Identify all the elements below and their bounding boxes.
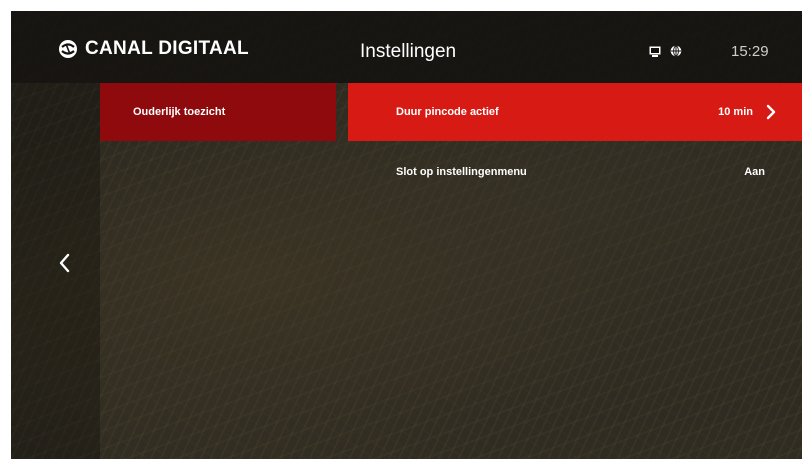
chevron-right-icon [766, 104, 776, 120]
status-icons [649, 45, 691, 57]
setting-value: 10 min [718, 106, 753, 118]
clock: 15:29 [731, 43, 769, 60]
left-rail [11, 83, 100, 459]
setting-row-settings-lock[interactable]: Slot op instellingenmenu Aan [348, 143, 802, 201]
screen-icon [649, 46, 661, 57]
page-title: Instellingen [360, 41, 457, 62]
brand-name: CANAL DIGITAAL [85, 38, 249, 59]
setting-value: Aan [744, 166, 765, 178]
canal-digitaal-logo-icon [59, 40, 77, 58]
menu-item-label: Ouderlijk toezicht [133, 106, 226, 118]
brand-logo: CANAL DIGITAAL [57, 38, 249, 60]
tv-screen: CANAL DIGITAAL Instellingen 15:29 Ouderl… [11, 11, 802, 459]
menu-item-parental-control[interactable]: Ouderlijk toezicht [100, 83, 336, 141]
setting-label: Duur pincode actief [396, 106, 499, 118]
setting-label: Slot op instellingenmenu [396, 166, 527, 178]
setting-row-pin-duration[interactable]: Duur pincode actief 10 min [348, 83, 802, 141]
top-bar: CANAL DIGITAAL Instellingen 15:29 [11, 11, 802, 83]
globe-icon [670, 45, 682, 57]
back-button[interactable] [57, 252, 71, 279]
chevron-left-icon [59, 253, 70, 273]
